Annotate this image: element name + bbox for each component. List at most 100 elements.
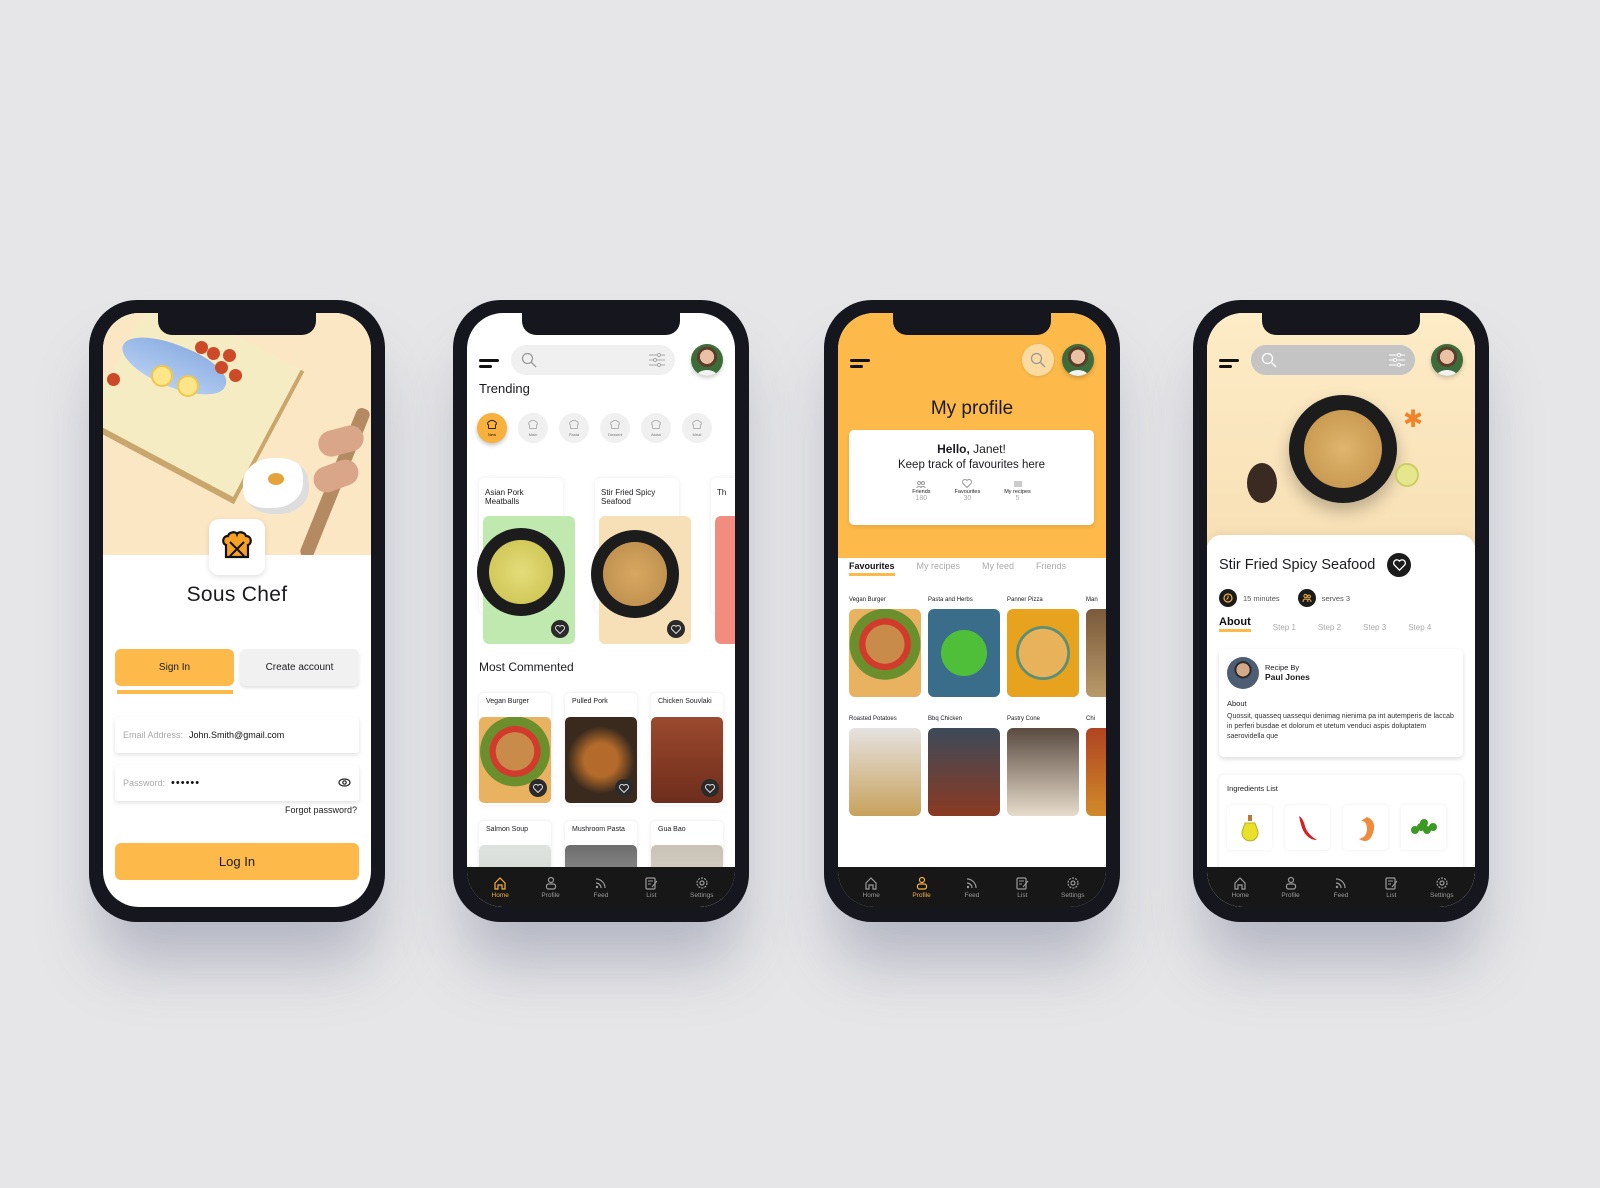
favourite-item[interactable]: Man: [1086, 597, 1106, 697]
tab-step-2[interactable]: Step 2: [1318, 623, 1341, 632]
nav-settings[interactable]: Settings: [1053, 876, 1093, 899]
ingredient-olive-oil[interactable]: [1227, 805, 1272, 850]
category-dessert[interactable]: Dessert: [600, 413, 630, 443]
phone-home: Trending New Main Pasta Dessert Asian Meat As…: [453, 300, 749, 922]
nav-feed[interactable]: Feed: [581, 876, 621, 899]
user-avatar[interactable]: [691, 344, 723, 376]
tomato: [229, 369, 242, 382]
nav-feed[interactable]: Feed: [1321, 876, 1361, 899]
profile-icon: [545, 876, 556, 890]
recipe-card-title: Pulled Pork: [572, 698, 608, 705]
stat-friends[interactable]: Friends 180: [912, 479, 931, 502]
sign-in-tab[interactable]: Sign In: [115, 649, 234, 686]
nav-profile[interactable]: Profile: [531, 876, 571, 899]
trending-card[interactable]: Asian Pork Meatballs: [477, 478, 575, 644]
user-avatar[interactable]: [1062, 344, 1094, 376]
greeting-subtitle: Keep track of favourites here: [897, 459, 1046, 471]
notch: [893, 313, 1051, 335]
nav-settings[interactable]: Settings: [682, 876, 722, 899]
trending-card[interactable]: Stir Fried Spicy Seafood: [591, 478, 691, 644]
stat-my-recipes[interactable]: My recipes 5: [1004, 479, 1031, 502]
favourite-item[interactable]: Panner Pizza: [1007, 597, 1079, 697]
nav-list[interactable]: List: [1002, 876, 1042, 899]
settings-icon: [1067, 876, 1079, 889]
recipe-card[interactable]: Vegan Burger: [479, 693, 551, 805]
nav-profile[interactable]: Profile: [1271, 876, 1311, 899]
favorite-heart-icon[interactable]: [615, 779, 633, 797]
email-value[interactable]: John.Smith@gmail.com: [189, 730, 284, 740]
lemon-slice: [151, 365, 173, 387]
nav-feed[interactable]: Feed: [952, 876, 992, 899]
nav-list[interactable]: List: [1371, 876, 1411, 899]
search-bar[interactable]: [1251, 345, 1415, 375]
ice-cream-icon: [610, 419, 620, 429]
category-main[interactable]: Main: [518, 413, 548, 443]
create-account-tab[interactable]: Create account: [240, 649, 359, 686]
email-field[interactable]: Email Address: John.Smith@gmail.com: [115, 717, 359, 753]
tab-about[interactable]: About: [1219, 616, 1251, 632]
ingredient-shrimp[interactable]: [1343, 805, 1388, 850]
tab-my-feed[interactable]: My feed: [982, 561, 1014, 576]
category-new[interactable]: New: [477, 413, 507, 443]
password-field[interactable]: Password: ••••••: [115, 765, 359, 801]
author-name[interactable]: Paul Jones: [1265, 672, 1310, 682]
tomato: [207, 347, 220, 360]
favourite-item[interactable]: Roasted Potatoes: [849, 716, 921, 816]
favourite-item[interactable]: Vegan Burger: [849, 597, 921, 697]
trending-card[interactable]: Th: [711, 478, 735, 644]
favourite-item[interactable]: Chi: [1086, 716, 1106, 816]
ingredient-red-chili[interactable]: [1285, 805, 1330, 850]
nav-home[interactable]: Home: [851, 876, 891, 899]
search-button[interactable]: [1022, 344, 1054, 376]
nav-list[interactable]: List: [631, 876, 671, 899]
recipe-card[interactable]: Chicken Souvlaki: [651, 693, 723, 805]
favourite-item[interactable]: Bbq Chicken: [928, 716, 1000, 816]
about-heading: About: [1227, 699, 1247, 708]
tab-friends[interactable]: Friends: [1036, 561, 1066, 576]
tab-step-3[interactable]: Step 3: [1363, 623, 1386, 632]
category-meat[interactable]: Meat: [682, 413, 712, 443]
favorite-heart-icon[interactable]: [551, 620, 569, 638]
recipe-card-title: Vegan Burger: [486, 698, 529, 705]
nav-settings[interactable]: Settings: [1422, 876, 1462, 899]
nav-home[interactable]: Home: [1220, 876, 1260, 899]
tab-my-recipes[interactable]: My recipes: [917, 561, 961, 576]
author-label: Recipe By: [1265, 663, 1300, 672]
home-icon: [1234, 876, 1246, 890]
category-asian[interactable]: Asian: [641, 413, 671, 443]
favorite-heart-icon[interactable]: [701, 779, 719, 797]
category-pasta[interactable]: Pasta: [559, 413, 589, 443]
tab-favourites[interactable]: Favourites: [849, 561, 895, 576]
favorite-heart-icon[interactable]: [667, 620, 685, 638]
tab-step-1[interactable]: Step 1: [1273, 623, 1296, 632]
menu-icon[interactable]: [850, 357, 870, 369]
recipe-card[interactable]: Pulled Pork: [565, 693, 637, 805]
favorite-heart-icon[interactable]: [529, 779, 547, 797]
chef-hat-utensils-icon: [222, 531, 252, 559]
filter-icon[interactable]: [649, 352, 665, 372]
nav-label: Home: [1231, 891, 1249, 899]
login-button[interactable]: Log In: [115, 843, 359, 880]
favourite-image: [1007, 609, 1079, 697]
filter-icon[interactable]: [1389, 352, 1405, 372]
show-password-icon[interactable]: [338, 777, 351, 789]
favourite-item[interactable]: Pastry Cone: [1007, 716, 1079, 816]
search-bar[interactable]: [511, 345, 675, 375]
email-label: Email Address:: [123, 730, 184, 740]
favorite-button[interactable]: [1387, 553, 1411, 577]
nav-home[interactable]: Home: [480, 876, 520, 899]
plate-cutlery-icon: [528, 419, 538, 429]
forgot-password-link[interactable]: Forgot password?: [285, 805, 357, 815]
user-avatar[interactable]: [1431, 344, 1463, 376]
ingredient-green-peas[interactable]: [1401, 805, 1446, 850]
stat-favourites[interactable]: Favourites 30: [955, 479, 980, 502]
tab-step-4[interactable]: Step 4: [1408, 623, 1431, 632]
category-label: Pasta: [568, 432, 580, 437]
favourite-item[interactable]: Pasta and Herbs: [928, 597, 1000, 697]
menu-icon[interactable]: [479, 357, 499, 369]
author-avatar[interactable]: [1227, 657, 1259, 689]
nav-profile[interactable]: Profile: [902, 876, 942, 899]
menu-icon[interactable]: [1219, 357, 1239, 369]
password-value[interactable]: ••••••: [171, 777, 200, 789]
feed-icon: [595, 877, 606, 888]
